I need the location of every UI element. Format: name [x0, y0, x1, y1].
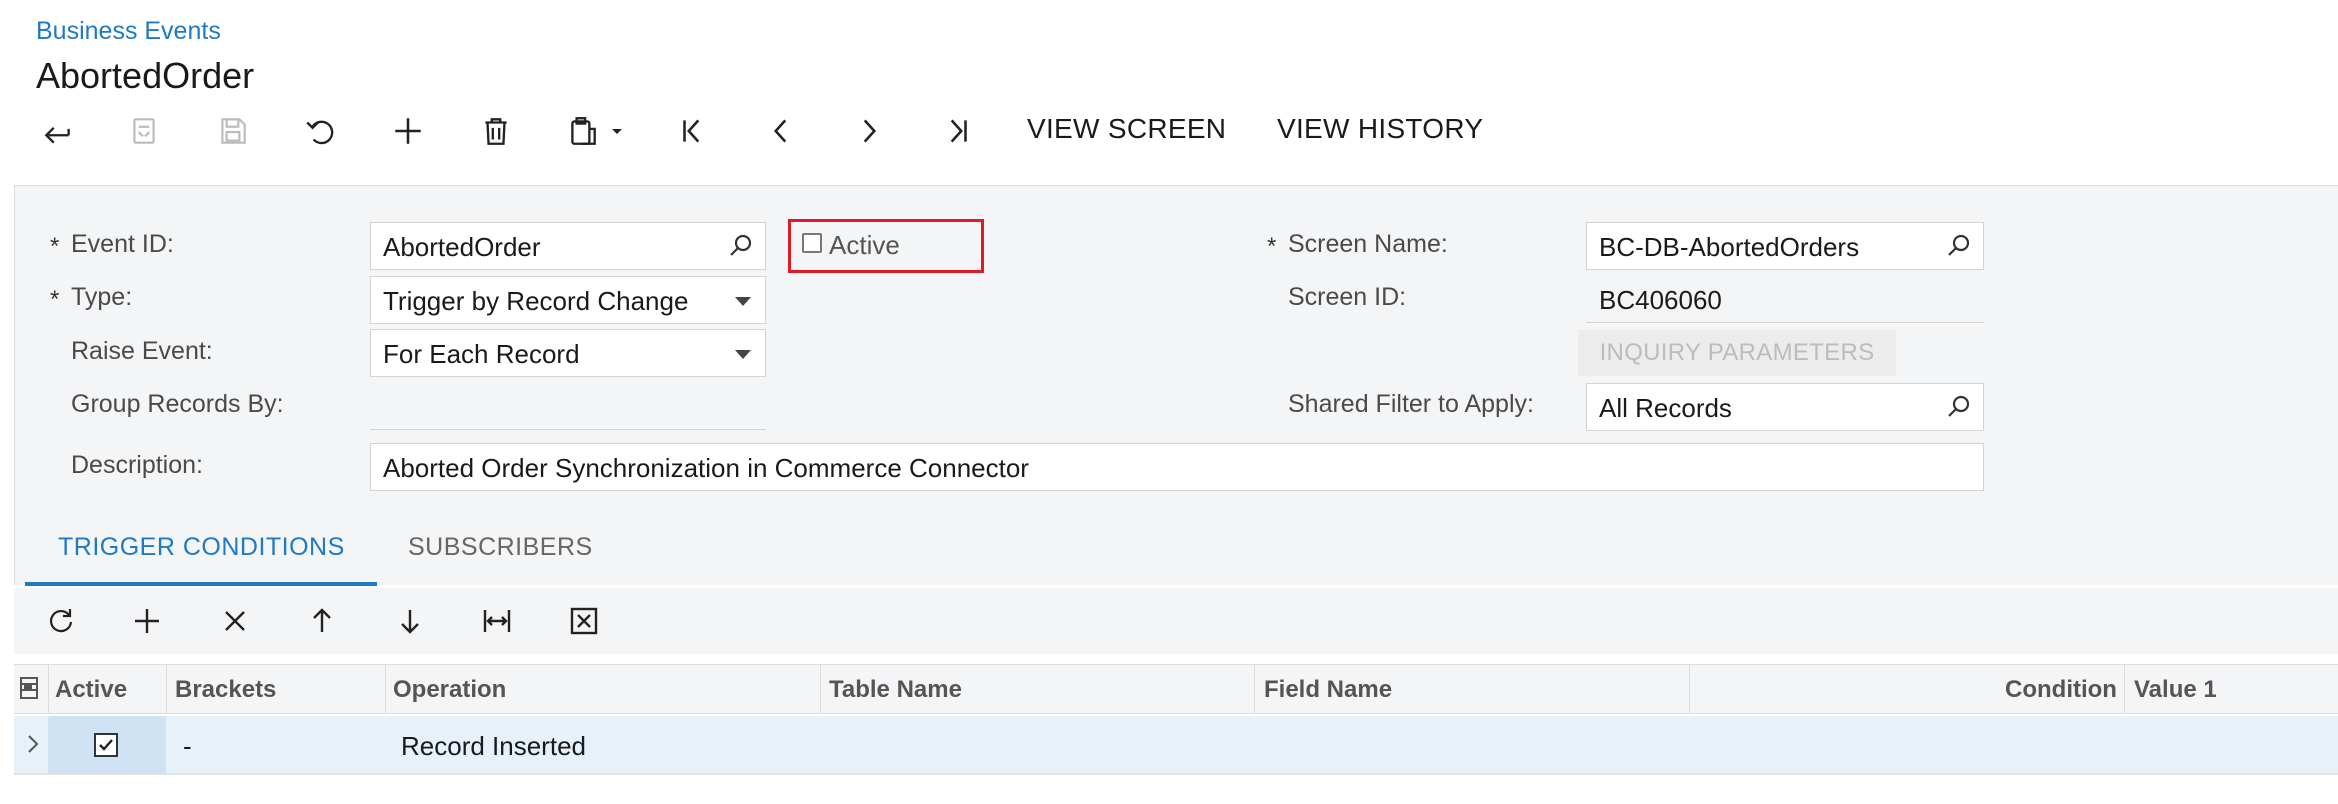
- refresh-icon[interactable]: [44, 604, 78, 638]
- table-row[interactable]: [14, 716, 2338, 774]
- fit-columns-icon[interactable]: [480, 604, 514, 638]
- grid-bottom-border: [14, 774, 2338, 775]
- column-separator: [385, 664, 386, 714]
- form-panel: [14, 185, 2338, 585]
- export-excel-icon[interactable]: [567, 604, 601, 638]
- raise-event-select[interactable]: For Each Record: [370, 329, 766, 377]
- event-id-field[interactable]: AbortedOrder: [370, 222, 766, 270]
- required-mark: *: [1267, 233, 1277, 260]
- group-records-underline: [370, 429, 766, 430]
- delete-row-icon[interactable]: [218, 604, 252, 638]
- active-tab-indicator: [25, 582, 377, 586]
- column-separator: [820, 664, 821, 714]
- grid-toolbar: [14, 588, 2338, 654]
- raise-event-label: Raise Event:: [71, 337, 213, 365]
- required-mark: *: [50, 286, 60, 313]
- column-separator: [166, 664, 167, 714]
- screen-id-underline: [1586, 322, 1984, 323]
- grid-header: [14, 664, 2338, 714]
- column-header-value-1[interactable]: Value 1: [2134, 676, 2217, 704]
- add-row-icon[interactable]: [130, 604, 164, 638]
- column-header-active[interactable]: Active: [55, 676, 127, 704]
- shared-filter-label: Shared Filter to Apply:: [1288, 390, 1534, 418]
- type-label: Type:: [71, 283, 133, 311]
- cell-brackets[interactable]: -: [183, 731, 192, 762]
- column-header-field-name[interactable]: Field Name: [1264, 676, 1392, 704]
- prev-record-icon[interactable]: [762, 112, 800, 150]
- search-icon[interactable]: [1945, 232, 1973, 260]
- description-field[interactable]: Aborted Order Synchronization in Commerc…: [370, 443, 1984, 491]
- view-history-button[interactable]: VIEW HISTORY: [1277, 113, 1483, 145]
- screen-id-value: BC406060: [1599, 285, 1722, 315]
- row-active-checkbox[interactable]: [94, 733, 118, 757]
- undo-icon[interactable]: [301, 112, 339, 150]
- search-icon[interactable]: [727, 232, 755, 260]
- screen-name-label: Screen Name:: [1288, 230, 1448, 258]
- event-id-label: Event ID:: [71, 230, 174, 258]
- first-record-icon[interactable]: [674, 112, 712, 150]
- screen-name-field[interactable]: BC-DB-AbortedOrders: [1586, 222, 1984, 270]
- description-label: Description:: [71, 451, 203, 479]
- cell-operation[interactable]: Record Inserted: [401, 731, 586, 762]
- column-settings-icon[interactable]: [17, 675, 43, 701]
- add-icon[interactable]: [389, 112, 427, 150]
- page-title: AbortedOrder: [36, 55, 255, 96]
- view-screen-button[interactable]: VIEW SCREEN: [1027, 113, 1226, 145]
- save-icon: [214, 112, 252, 150]
- column-header-operation[interactable]: Operation: [393, 676, 506, 704]
- description-value: Aborted Order Synchronization in Commerc…: [383, 453, 1029, 483]
- search-icon[interactable]: [1945, 393, 1973, 421]
- column-header-condition[interactable]: Condition: [2005, 676, 2117, 704]
- clipboard-icon[interactable]: [564, 112, 602, 150]
- column-separator: [48, 664, 49, 714]
- screen-id-label: Screen ID:: [1288, 283, 1407, 311]
- last-record-icon[interactable]: [938, 112, 976, 150]
- type-select[interactable]: Trigger by Record Change: [370, 276, 766, 324]
- shared-filter-value: All Records: [1599, 393, 1732, 423]
- column-header-table-name[interactable]: Table Name: [829, 676, 962, 704]
- chevron-down-icon: [735, 297, 751, 306]
- active-checkbox[interactable]: [802, 233, 822, 253]
- raise-event-value: For Each Record: [383, 339, 580, 369]
- required-mark: *: [50, 233, 60, 260]
- active-label[interactable]: Active: [829, 230, 900, 261]
- type-value: Trigger by Record Change: [383, 286, 689, 316]
- chevron-right-icon[interactable]: [22, 733, 44, 755]
- column-separator: [1689, 664, 1690, 714]
- tab-trigger-conditions[interactable]: TRIGGER CONDITIONS: [58, 533, 345, 562]
- group-records-label: Group Records By:: [71, 390, 284, 418]
- event-id-value: AbortedOrder: [383, 232, 541, 262]
- inquiry-parameters-button: INQUIRY PARAMETERS: [1578, 330, 1896, 376]
- next-record-icon[interactable]: [850, 112, 888, 150]
- delete-icon[interactable]: [477, 112, 515, 150]
- chevron-down-icon[interactable]: [604, 112, 630, 150]
- move-up-icon[interactable]: [305, 604, 339, 638]
- column-header-brackets[interactable]: Brackets: [175, 676, 276, 704]
- screen-name-value: BC-DB-AbortedOrders: [1599, 232, 1860, 262]
- move-down-icon[interactable]: [393, 604, 427, 638]
- column-separator: [1254, 664, 1255, 714]
- back-icon[interactable]: [39, 112, 77, 150]
- column-separator: [2124, 664, 2125, 714]
- chevron-down-icon: [735, 350, 751, 359]
- breadcrumb[interactable]: Business Events: [36, 17, 221, 46]
- shared-filter-field[interactable]: All Records: [1586, 383, 1984, 431]
- revert-icon: [125, 112, 163, 150]
- tab-subscribers[interactable]: SUBSCRIBERS: [408, 533, 593, 562]
